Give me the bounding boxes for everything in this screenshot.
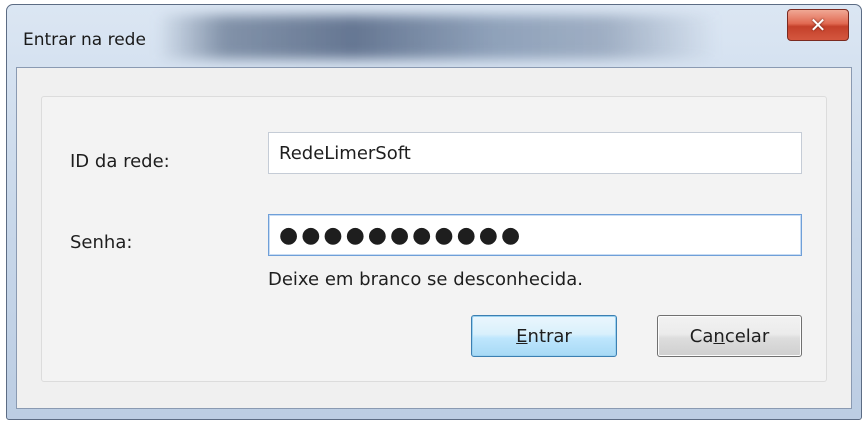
password-masked-value: ●●●●●●●●●●● — [279, 222, 524, 248]
network-id-input[interactable]: RedeLimerSoft — [268, 132, 802, 174]
cancel-button[interactable]: Cancelar — [657, 315, 802, 357]
window-title: Entrar na rede — [23, 30, 146, 50]
dialog-client-area: ID da rede: RedeLimerSoft Senha: ●●●●●●●… — [16, 67, 852, 409]
cancel-button-label: Cancelar — [689, 325, 770, 347]
network-id-value: RedeLimerSoft — [279, 142, 411, 164]
close-button[interactable]: ✕ — [787, 9, 849, 41]
form-panel: ID da rede: RedeLimerSoft Senha: ●●●●●●●… — [41, 96, 827, 382]
password-label: Senha: — [70, 232, 133, 253]
enter-button-label: Entrar — [516, 325, 572, 347]
password-input[interactable]: ●●●●●●●●●●● — [268, 214, 802, 256]
enter-button[interactable]: Entrar — [471, 315, 617, 357]
title-bar-background-blur — [157, 15, 717, 59]
network-id-label: ID da rede: — [70, 151, 170, 172]
title-bar[interactable]: Entrar na rede ✕ — [7, 5, 861, 67]
close-icon: ✕ — [809, 13, 827, 37]
login-dialog-window: Entrar na rede ✕ ID da rede: RedeLimerSo… — [6, 4, 862, 420]
password-hint: Deixe em branco se desconhecida. — [268, 269, 583, 290]
